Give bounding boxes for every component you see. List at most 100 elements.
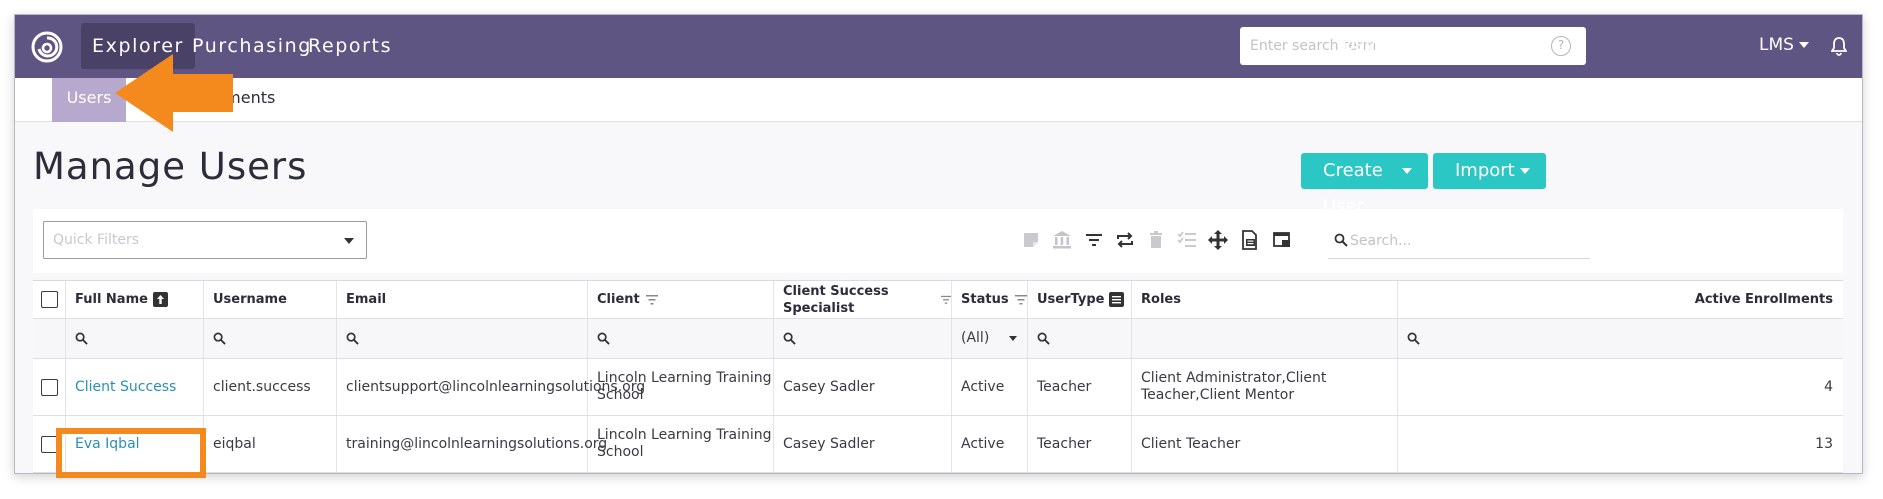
notes-icon[interactable] <box>1020 229 1042 251</box>
filter-status-select[interactable]: (All) <box>952 319 1028 358</box>
cell-full-name: Client Success <box>66 359 204 415</box>
move-icon[interactable] <box>1207 229 1229 251</box>
logo[interactable] <box>15 15 79 78</box>
chevron-down-icon <box>1798 42 1809 48</box>
filter-icon[interactable] <box>1083 229 1105 251</box>
chevron-down-icon <box>1402 168 1412 174</box>
nav-reports[interactable]: Reports <box>297 23 403 69</box>
annotation-highlight-box <box>56 428 206 478</box>
column-header-usertype[interactable]: UserType <box>1028 281 1132 318</box>
cell-client: Lincoln Learning Training School <box>588 359 774 415</box>
filter-icon[interactable] <box>1014 294 1027 305</box>
status-filter-value: (All) <box>961 330 990 346</box>
row-checkbox[interactable] <box>40 435 58 453</box>
user-menu[interactable]: David Pratte <box>1342 35 1463 55</box>
chevron-down-icon <box>344 238 354 244</box>
import-button[interactable]: Import <box>1433 153 1546 189</box>
column-header-email[interactable]: Email <box>337 281 588 318</box>
sub-nav: Users nments <box>15 78 1862 122</box>
column-header-client-success-specialist[interactable]: Client Success Specialist <box>774 281 952 318</box>
filter-full-name[interactable] <box>66 319 204 358</box>
app-window: Explorer Purchasing Reports ? David Prat… <box>14 14 1863 474</box>
column-header-client[interactable]: Client <box>588 281 774 318</box>
quick-filters-placeholder: Quick Filters <box>53 232 140 248</box>
search-icon <box>346 332 359 345</box>
select-all-cell <box>33 281 66 318</box>
filter-icon[interactable] <box>645 294 658 305</box>
app-name: LMS <box>1759 35 1794 55</box>
column-label: UserType <box>1037 292 1105 307</box>
app-menu[interactable]: LMS <box>1759 35 1809 55</box>
cell-roles: Client Teacher <box>1132 416 1398 472</box>
filter-cell-empty <box>33 319 66 358</box>
transfer-icon[interactable] <box>1114 229 1136 251</box>
create-user-button[interactable]: Create User <box>1301 153 1428 217</box>
column-label: Client <box>597 292 640 307</box>
grid-search-input[interactable] <box>1350 229 1580 253</box>
top-nav-bar: Explorer Purchasing Reports ? David Prat… <box>15 15 1862 78</box>
window-icon[interactable] <box>1271 229 1293 251</box>
search-icon <box>783 332 796 345</box>
search-icon <box>1407 332 1420 345</box>
table-header-row: Full Name Username Email Client Client S… <box>33 281 1843 319</box>
row-select-cell <box>33 359 66 415</box>
search-icon <box>213 332 226 345</box>
help-icon[interactable]: ? <box>1551 36 1571 56</box>
users-table: Full Name Username Email Client Client S… <box>33 280 1843 473</box>
column-header-status[interactable]: Status <box>952 281 1028 318</box>
sort-ascending-icon[interactable] <box>152 292 168 307</box>
filter-client[interactable] <box>588 319 774 358</box>
search-icon <box>597 332 610 345</box>
user-name-link[interactable]: Client Success <box>75 379 176 396</box>
chevron-down-icon <box>1452 42 1463 48</box>
filter-usertype[interactable] <box>1028 319 1132 358</box>
filter-icon[interactable] <box>940 295 951 305</box>
column-label: Client Success Specialist <box>783 283 889 316</box>
import-label: Import <box>1455 160 1515 181</box>
column-header-username[interactable]: Username <box>204 281 337 318</box>
cell-status: Active <box>952 359 1028 415</box>
page-title: Manage Users <box>33 145 308 188</box>
cell-specialist: Casey Sadler <box>774 416 952 472</box>
cell-active-enrollments: 13 <box>1815 435 1833 452</box>
filter-email[interactable] <box>337 319 588 358</box>
trash-icon[interactable] <box>1145 229 1167 251</box>
column-header-full-name[interactable]: Full Name <box>66 281 204 318</box>
cell-active-enrollments: 4 <box>1824 378 1833 395</box>
search-icon <box>75 332 88 345</box>
filter-active-enrollments[interactable] <box>1398 319 1843 358</box>
checklist-icon[interactable] <box>1176 229 1198 251</box>
grid-search <box>1328 223 1590 259</box>
row-checkbox[interactable] <box>40 378 58 396</box>
table-row[interactable]: Client Success client.success clientsupp… <box>33 359 1843 416</box>
search-icon <box>1334 233 1348 247</box>
annotation-arrow-icon <box>115 54 233 132</box>
cell-client: Lincoln Learning Training School <box>588 416 774 472</box>
cell-roles: Client Administrator,Client Teacher,Clie… <box>1132 359 1398 415</box>
quick-filters-select[interactable]: Quick Filters <box>43 221 367 259</box>
bell-icon[interactable] <box>1831 36 1847 56</box>
column-header-roles[interactable]: Roles <box>1132 281 1398 318</box>
export-icon[interactable] <box>1239 229 1261 251</box>
table-filter-row: (All) <box>33 319 1843 359</box>
cell-usertype: Teacher <box>1028 359 1132 415</box>
user-name: David Pratte <box>1342 35 1448 55</box>
cell-status: Active <box>952 416 1028 472</box>
institution-icon[interactable] <box>1051 229 1073 251</box>
grid-toolbar: Quick Filters <box>33 209 1843 273</box>
filter-roles <box>1132 319 1398 358</box>
column-header-active-enrollments[interactable]: Active Enrollments <box>1398 281 1843 318</box>
select-all-checkbox[interactable] <box>40 291 58 308</box>
search-icon <box>1037 332 1050 345</box>
cell-username: eiqbal <box>204 416 337 472</box>
cell-usertype: Teacher <box>1028 416 1132 472</box>
filter-specialist[interactable] <box>774 319 952 358</box>
column-label: Status <box>961 292 1009 307</box>
cell-email: training@lincolnlearningsolutions.org <box>337 416 607 472</box>
filter-username[interactable] <box>204 319 337 358</box>
swirl-logo-icon <box>31 31 63 62</box>
chevron-down-icon <box>1009 336 1018 341</box>
table-row[interactable]: Eva Iqbal eiqbal training@lincolnlearnin… <box>33 416 1843 473</box>
column-label: Full Name <box>75 292 148 307</box>
filter-active-icon[interactable] <box>1109 292 1125 307</box>
